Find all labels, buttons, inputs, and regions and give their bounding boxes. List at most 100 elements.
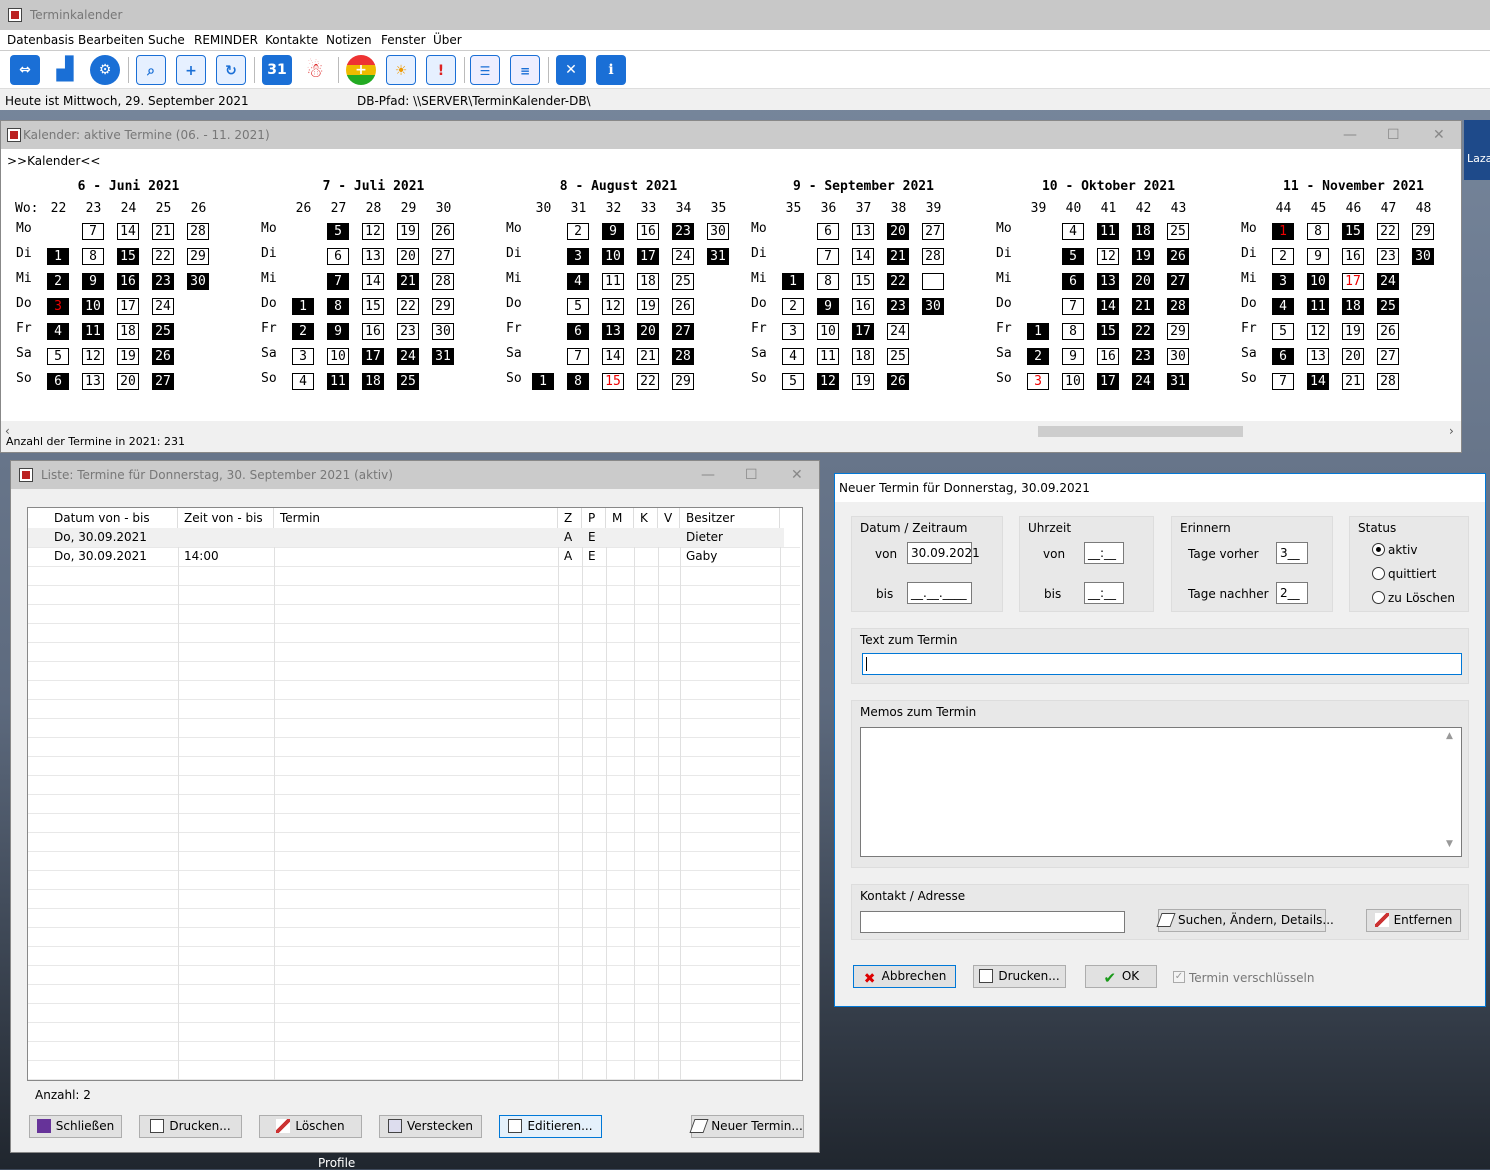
calendar-day[interactable]: 3 [782, 323, 804, 340]
calendar-day[interactable]: 20 [637, 323, 659, 340]
calendar-day[interactable]: 2 [1272, 248, 1294, 265]
swap-icon[interactable]: ⇔ [10, 55, 40, 85]
calendar-day[interactable]: 27 [152, 373, 174, 390]
calendar-day[interactable]: 31 [432, 348, 454, 365]
calendar-day[interactable]: 15 [362, 298, 384, 315]
calendar-day[interactable]: 20 [1342, 348, 1364, 365]
contact-search-button[interactable]: Suchen, Ändern, Details... [1156, 909, 1334, 932]
calendar-day[interactable]: 25 [672, 273, 694, 290]
calendar-day[interactable]: 5 [327, 223, 349, 240]
memo-textarea[interactable] [860, 727, 1462, 857]
column-header[interactable]: K [634, 508, 658, 528]
bar-chart-icon[interactable]: ▟ [50, 55, 80, 85]
calendar-day[interactable]: 8 [82, 248, 104, 265]
column-header[interactable]: Z [558, 508, 582, 528]
calendar-day[interactable]: 24 [887, 323, 909, 340]
calendar-day[interactable]: 7 [1272, 373, 1294, 390]
calendar-day[interactable]: 13 [1307, 348, 1329, 365]
calendar-day[interactable]: 14 [852, 248, 874, 265]
calendar-day[interactable]: 30 [1412, 248, 1434, 265]
calendar-day[interactable]: 9 [1307, 248, 1329, 265]
calendar-day[interactable]: 6 [1272, 348, 1294, 365]
print-list-button[interactable]: Drucken... [139, 1115, 242, 1138]
time-from-input[interactable]: __:__ [1084, 542, 1124, 564]
calendar-day[interactable]: 11 [82, 323, 104, 340]
calendar-day[interactable]: 28 [922, 248, 944, 265]
calendar-day[interactable]: 17 [117, 298, 139, 315]
calendar-day[interactable]: 12 [602, 298, 624, 315]
calendar-day[interactable]: 8 [1062, 323, 1084, 340]
calendar-day[interactable]: 8 [327, 298, 349, 315]
cancel-button[interactable]: ✖ Abbrechen [853, 965, 956, 988]
calendar-day[interactable]: 22 [397, 298, 419, 315]
minimize-icon[interactable]: — [701, 467, 715, 483]
column-header[interactable]: M [606, 508, 634, 528]
gear-icon[interactable]: ⚙ [90, 55, 120, 85]
calendar-day[interactable]: 2 [1027, 348, 1049, 365]
calendar-day[interactable]: 7 [82, 223, 104, 240]
calendar-day[interactable]: 21 [1342, 373, 1364, 390]
calendar-day[interactable]: 8 [1307, 223, 1329, 240]
column-header[interactable]: Besitzer [680, 508, 780, 528]
calendar-day[interactable]: 9 [602, 223, 624, 240]
status-acknowledged-radio[interactable] [1372, 567, 1385, 580]
calendar-day[interactable]: 12 [82, 348, 104, 365]
calendar-day[interactable]: 3 [1272, 273, 1294, 290]
calendar-day[interactable]: 23 [397, 323, 419, 340]
calendar-day[interactable]: 18 [852, 348, 874, 365]
notes-icon[interactable]: ≡ [510, 55, 540, 85]
ok-button[interactable]: ✔ OK [1085, 965, 1157, 988]
calendar-day[interactable]: 6 [817, 223, 839, 240]
calendar-day[interactable]: 17 [637, 248, 659, 265]
maximize-icon[interactable]: ☐ [745, 467, 758, 483]
calendar-day[interactable]: 27 [432, 248, 454, 265]
calendar-day[interactable]: 10 [82, 298, 104, 315]
calendar-day[interactable]: 19 [397, 223, 419, 240]
calendar-day[interactable]: 6 [567, 323, 589, 340]
calendar-day[interactable]: 12 [362, 223, 384, 240]
calendar-day[interactable]: 3 [567, 248, 589, 265]
calendar-day[interactable]: 19 [117, 348, 139, 365]
table-row[interactable]: Do, 30.09.2021 14:00 A E Gaby [28, 547, 784, 566]
calendar-day[interactable]: 15 [117, 248, 139, 265]
calendar-day[interactable]: 25 [1377, 298, 1399, 315]
calendar-day[interactable]: 23 [152, 273, 174, 290]
calendar-day[interactable]: 20 [887, 223, 909, 240]
calendar-day[interactable]: 25 [397, 373, 419, 390]
calendar-day[interactable]: 16 [852, 298, 874, 315]
calendar-day[interactable]: 30 [922, 298, 944, 315]
info-icon[interactable]: i [596, 55, 626, 85]
calendar-day[interactable]: 23 [1377, 248, 1399, 265]
scrollbar-thumb[interactable] [1038, 426, 1243, 437]
calendar-day[interactable]: 24 [1132, 373, 1154, 390]
calendar-day[interactable]: 18 [637, 273, 659, 290]
column-header[interactable]: P [582, 508, 606, 528]
calendar-day[interactable]: 26 [152, 348, 174, 365]
memo-scroll-down-icon[interactable]: ▼ [1446, 839, 1453, 849]
calendar-day[interactable]: 13 [602, 323, 624, 340]
calendar-day[interactable]: 11 [817, 348, 839, 365]
calendar-day[interactable]: 10 [327, 348, 349, 365]
calendar-day[interactable]: 16 [637, 223, 659, 240]
close-icon[interactable]: ✕ [556, 55, 586, 85]
calendar-day[interactable]: 7 [817, 248, 839, 265]
menu-item-3[interactable]: REMINDER [194, 33, 258, 47]
calendar-day[interactable]: 19 [852, 373, 874, 390]
status-delete-radio[interactable] [1372, 591, 1385, 604]
calendar-day[interactable]: 4 [47, 323, 69, 340]
form-icon[interactable]: ☰ [470, 55, 500, 85]
calendar-alert-icon[interactable]: ! [426, 55, 456, 85]
calendar-day[interactable]: 30 [707, 223, 729, 240]
memo-scroll-up-icon[interactable]: ▲ [1446, 731, 1453, 741]
calendar-day[interactable]: 25 [152, 323, 174, 340]
calendar-horizontal-scrollbar[interactable]: ‹ › [1, 423, 1461, 440]
calendar-day[interactable]: 1 [292, 298, 314, 315]
calendar-day[interactable]: 14 [117, 223, 139, 240]
calendar-day[interactable]: 25 [887, 348, 909, 365]
calendar-day[interactable]: 15 [1342, 223, 1364, 240]
calendar-day[interactable]: 4 [1062, 223, 1084, 240]
calendar-day[interactable]: 17 [852, 323, 874, 340]
calendar-day[interactable]: 17 [362, 348, 384, 365]
calendar-day[interactable]: 15 [852, 273, 874, 290]
menu-item-5[interactable]: Notizen [326, 33, 372, 47]
